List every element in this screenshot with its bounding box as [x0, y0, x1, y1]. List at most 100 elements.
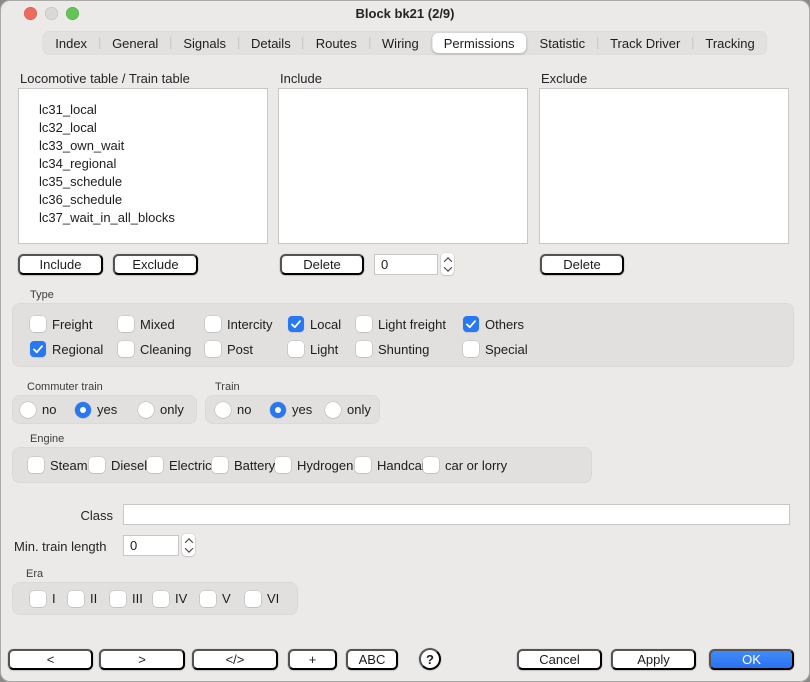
add-button[interactable]: +: [288, 649, 337, 670]
radio-label: no: [42, 402, 56, 417]
checkbox-indicator: [288, 341, 304, 357]
class-field[interactable]: [123, 504, 790, 525]
checkbox-indicator: [275, 457, 291, 473]
commuter-groupbox: no yesonly: [12, 395, 197, 424]
checkbox-i[interactable]: I: [30, 591, 68, 607]
list-item[interactable]: lc33_own_wait: [19, 137, 267, 155]
include-delete-button[interactable]: Delete: [280, 254, 364, 275]
cancel-button[interactable]: Cancel: [517, 649, 602, 670]
next-button[interactable]: >: [99, 649, 185, 670]
checkbox-local[interactable]: Local: [288, 316, 356, 332]
prev-button[interactable]: <: [8, 649, 93, 670]
tab-track-driver[interactable]: Track Driver: [598, 33, 692, 53]
dialog-window: Block bk21 (2/9) IndexGeneralSignalsDeta…: [0, 0, 810, 682]
checkbox-light[interactable]: Light: [288, 341, 356, 357]
train-section-label: Train: [215, 381, 240, 393]
train-radio-no[interactable]: no: [215, 402, 270, 418]
list-item[interactable]: lc31_local: [19, 101, 267, 119]
checkbox-others[interactable]: Others: [463, 316, 794, 332]
help-button[interactable]: ?: [419, 648, 441, 670]
checkbox-label: Light freight: [378, 317, 446, 332]
tab-details[interactable]: Details: [239, 33, 303, 53]
tab-tracking[interactable]: Tracking: [693, 33, 766, 53]
ok-button[interactable]: OK: [709, 649, 794, 670]
checkbox-car-or-lorry[interactable]: car or lorry: [423, 457, 592, 473]
commuter-radio-only[interactable]: only: [138, 402, 197, 418]
checkbox-intercity[interactable]: Intercity: [205, 316, 288, 332]
checkbox-label: Handcar: [377, 458, 426, 473]
min-train-length-field[interactable]: [123, 535, 179, 556]
tab-routes[interactable]: Routes: [304, 33, 369, 53]
checkbox-hydrogen[interactable]: Hydrogen: [275, 457, 355, 473]
include-list[interactable]: [278, 88, 528, 244]
tab-signals[interactable]: Signals: [171, 33, 238, 53]
abc-button[interactable]: ABC: [346, 649, 398, 670]
era-section-label: Era: [26, 568, 43, 580]
checkbox-indicator: [28, 457, 44, 473]
checkbox-indicator: [205, 341, 221, 357]
exclude-delete-button[interactable]: Delete: [540, 254, 624, 275]
checkbox-label: IV: [175, 591, 187, 606]
train-radio-only[interactable]: only: [325, 402, 380, 418]
checkbox-cleaning[interactable]: Cleaning: [118, 341, 205, 357]
radio-indicator: [138, 402, 154, 418]
list-item[interactable]: lc37_wait_in_all_blocks: [19, 209, 267, 227]
checkbox-iv[interactable]: IV: [153, 591, 200, 607]
checkbox-shunting[interactable]: Shunting: [356, 341, 463, 357]
checkbox-indicator: [30, 591, 46, 607]
tab-permissions[interactable]: Permissions: [432, 33, 527, 53]
checkbox-steam[interactable]: Steam: [28, 457, 89, 473]
locomotive-list[interactable]: lc31_locallc32_locallc33_own_waitlc34_re…: [18, 88, 268, 244]
exclude-button[interactable]: Exclude: [113, 254, 198, 275]
checkbox-label: Cleaning: [140, 342, 191, 357]
checkbox-light-freight[interactable]: Light freight: [356, 316, 463, 332]
checkbox-vi[interactable]: VI: [245, 591, 298, 607]
checkbox-battery[interactable]: Battery: [212, 457, 275, 473]
stepper-down-button[interactable]: [443, 263, 451, 271]
radio-indicator: [215, 402, 231, 418]
checkbox-label: Diesel: [111, 458, 147, 473]
list-item[interactable]: lc32_local: [19, 119, 267, 137]
checkbox-freight[interactable]: Freight: [30, 316, 118, 332]
radio-indicator: [270, 402, 286, 418]
window-title: Block bk21 (2/9): [0, 6, 810, 21]
checkbox-indicator: [118, 316, 134, 332]
tab-wiring[interactable]: Wiring: [370, 33, 431, 53]
exclude-list[interactable]: [539, 88, 789, 244]
engine-section-label: Engine: [30, 433, 64, 445]
locomotive-table-label: Locomotive table / Train table: [20, 71, 190, 86]
exclude-label: Exclude: [541, 71, 587, 86]
include-count-field[interactable]: [374, 254, 438, 275]
checkbox-post[interactable]: Post: [205, 341, 288, 357]
checkbox-indicator: [89, 457, 105, 473]
checkbox-handcar[interactable]: Handcar: [355, 457, 423, 473]
tab-index[interactable]: Index: [43, 33, 99, 53]
checkbox-regional[interactable]: Regional: [30, 341, 118, 357]
checkbox-indicator: [288, 316, 304, 332]
checkbox-mixed[interactable]: Mixed: [118, 316, 205, 332]
commuter-radio-yes[interactable]: yes: [75, 402, 138, 418]
era-groupbox: IIIIIIIVVVI: [12, 582, 298, 615]
checkbox-indicator: [205, 316, 221, 332]
radio-label: only: [347, 402, 371, 417]
tab-general[interactable]: General: [100, 33, 170, 53]
checkbox-diesel[interactable]: Diesel: [89, 457, 147, 473]
stepper-down-button[interactable]: [184, 544, 192, 552]
commuter-radio-no[interactable]: no: [20, 402, 75, 418]
checkbox-electric[interactable]: Electric: [147, 457, 212, 473]
checkbox-indicator: [356, 341, 372, 357]
checkbox-iii[interactable]: III: [110, 591, 153, 607]
list-item[interactable]: lc36_schedule: [19, 191, 267, 209]
tab-statistic[interactable]: Statistic: [528, 33, 598, 53]
apply-button[interactable]: Apply: [611, 649, 696, 670]
train-radio-yes[interactable]: yes: [270, 402, 325, 418]
checkbox-ii[interactable]: II: [68, 591, 110, 607]
checkbox-v[interactable]: V: [200, 591, 245, 607]
list-item[interactable]: lc34_regional: [19, 155, 267, 173]
list-item[interactable]: lc35_schedule: [19, 173, 267, 191]
checkbox-special[interactable]: Special: [463, 341, 794, 357]
radio-indicator: [20, 402, 36, 418]
include-button[interactable]: Include: [18, 254, 103, 275]
checkbox-label: Post: [227, 342, 253, 357]
code-button[interactable]: </>: [192, 649, 278, 670]
